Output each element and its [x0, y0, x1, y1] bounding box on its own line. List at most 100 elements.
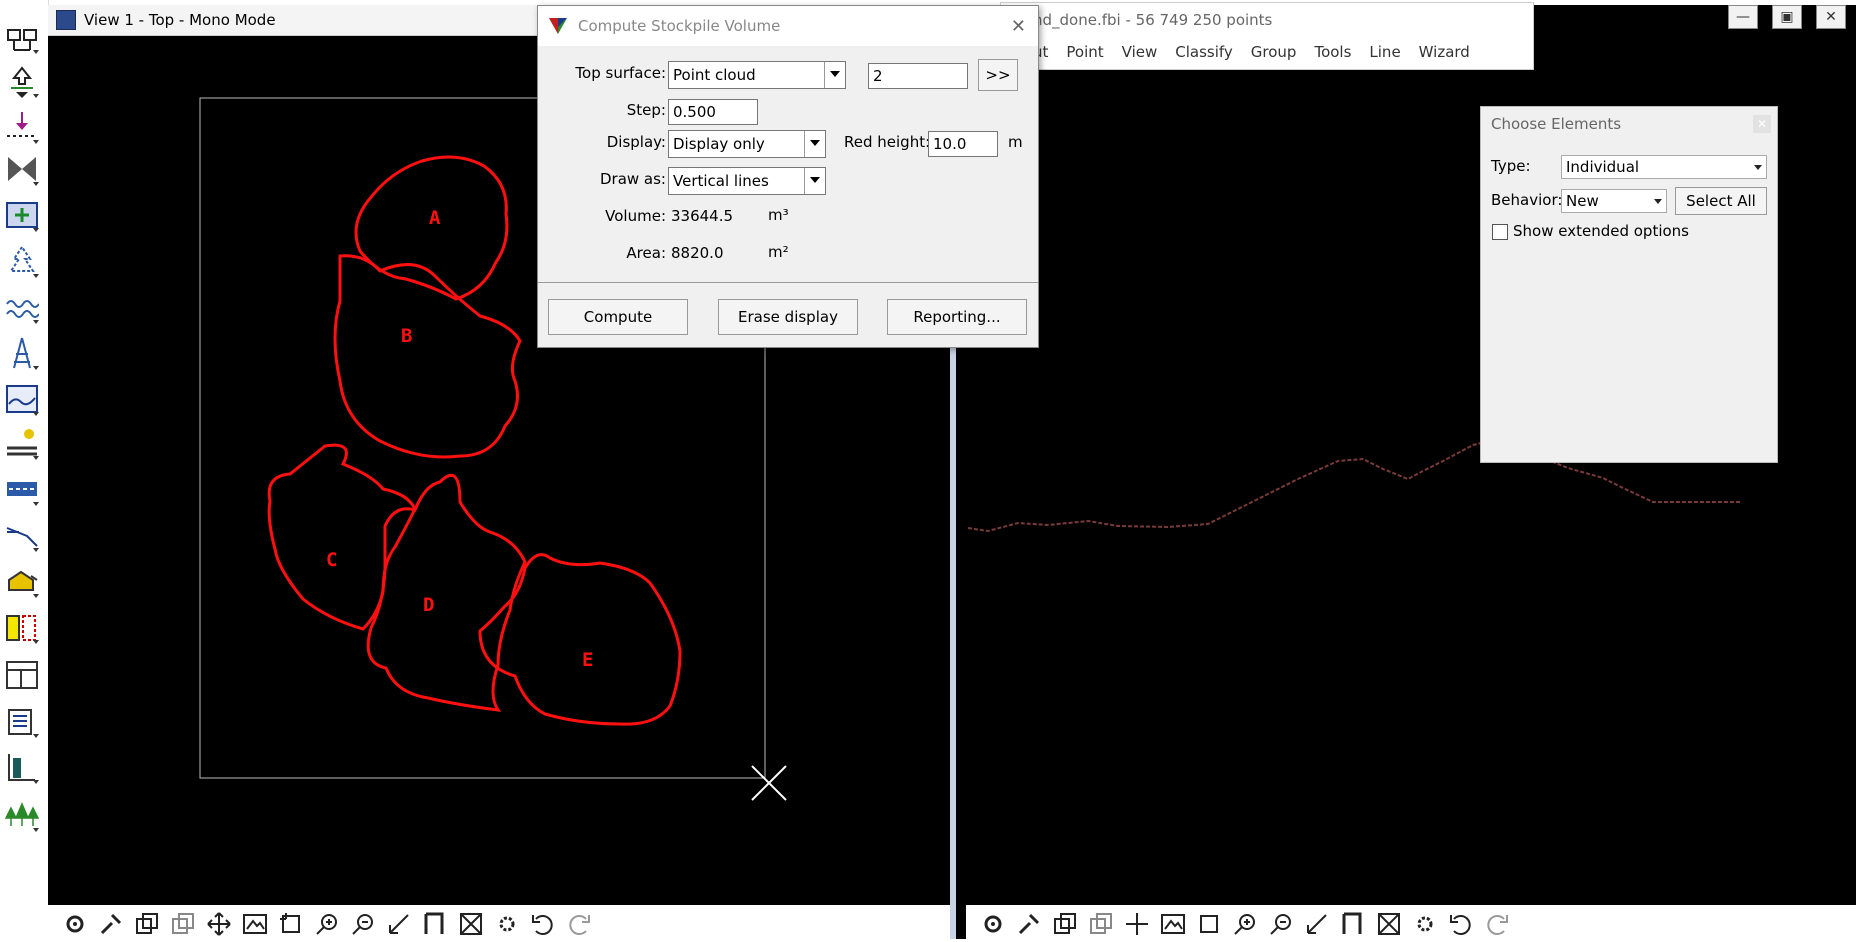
menu-item-wizard[interactable]: Wizard: [1419, 43, 1480, 61]
class-input-value: 2: [873, 67, 883, 85]
bar-chart-icon[interactable]: [3, 748, 41, 786]
zoom-out-icon[interactable]: [348, 909, 378, 939]
building-icon[interactable]: [3, 562, 41, 600]
pan-icon[interactable]: [1122, 909, 1152, 939]
choose-elements-title: Choose Elements: [1491, 115, 1622, 133]
close-icon[interactable]: ✕: [1816, 5, 1846, 29]
frame-icon[interactable]: [420, 909, 450, 939]
redo-icon[interactable]: [1482, 909, 1512, 939]
undo-icon[interactable]: [528, 909, 558, 939]
rotate-icon[interactable]: [1302, 909, 1332, 939]
area-unit: m²: [768, 243, 789, 261]
overlay-icon[interactable]: [168, 909, 198, 939]
behavior-select[interactable]: New: [1561, 189, 1667, 213]
choose-elements-panel: Choose Elements ✕ Type: Individual Behav…: [1480, 106, 1778, 463]
close-icon[interactable]: ✕: [1753, 115, 1771, 133]
menu-item-point[interactable]: Point: [1066, 43, 1113, 61]
red-height-input[interactable]: 10.0: [928, 131, 998, 157]
menu-item-tools[interactable]: Tools: [1314, 43, 1361, 61]
zoom-in-icon[interactable]: [312, 909, 342, 939]
undo-icon[interactable]: [1446, 909, 1476, 939]
rotate-icon[interactable]: [384, 909, 414, 939]
place-boundary-icon[interactable]: [3, 18, 41, 56]
select-all-button[interactable]: Select All: [1675, 187, 1767, 215]
reporting-button[interactable]: Reporting...: [887, 299, 1027, 335]
chevron-down-icon[interactable]: [824, 62, 845, 88]
zoom-in-icon[interactable]: [1230, 909, 1260, 939]
window-zoom-icon[interactable]: [1194, 909, 1224, 939]
overlay-icon[interactable]: [1086, 909, 1116, 939]
class-input[interactable]: 2: [868, 63, 968, 89]
erase-display-button[interactable]: Erase display: [718, 299, 858, 335]
menu-item-classify[interactable]: Classify: [1175, 43, 1243, 61]
display-settings-icon[interactable]: [492, 909, 522, 939]
stockpile-label-d: D: [423, 594, 434, 616]
trees-icon[interactable]: [3, 796, 41, 834]
show-extended-checkbox[interactable]: [1492, 224, 1508, 240]
minimize-icon[interactable]: —: [1728, 5, 1758, 29]
drape-point-icon[interactable]: [3, 108, 41, 146]
close-icon[interactable]: ✕: [1011, 16, 1026, 37]
window-zoom-icon[interactable]: [276, 909, 306, 939]
menu-item-line[interactable]: Line: [1369, 43, 1410, 61]
more-classes-button[interactable]: >>: [978, 59, 1018, 91]
window-controls: — ▣ ✕: [1728, 5, 1846, 35]
layout-icon[interactable]: [3, 656, 41, 694]
redo-icon[interactable]: [564, 909, 594, 939]
dialog-separator: [538, 282, 1038, 283]
pan-icon[interactable]: [204, 909, 234, 939]
menu-item-view[interactable]: View: [1122, 43, 1168, 61]
zoom-out-icon[interactable]: [1266, 909, 1296, 939]
move-element-icon[interactable]: [3, 62, 41, 100]
report-icon[interactable]: [3, 702, 41, 740]
display-label: Display:: [606, 133, 666, 151]
copy-view-icon[interactable]: [1050, 909, 1080, 939]
stockpile-outline-c[interactable]: [267, 443, 417, 631]
stockpile-outline-e[interactable]: [478, 553, 682, 726]
fit-extent-icon[interactable]: [456, 909, 486, 939]
show-extended-label: Show extended options: [1513, 222, 1689, 240]
break-line-icon[interactable]: [3, 288, 41, 326]
fit-view-icon[interactable]: [1158, 909, 1188, 939]
brush-icon[interactable]: [96, 909, 126, 939]
volume-unit: m³: [768, 206, 789, 224]
fit-extent-icon[interactable]: [1374, 909, 1404, 939]
road-marking-icon[interactable]: [3, 470, 41, 508]
chevron-down-icon[interactable]: [804, 131, 825, 157]
stockpile-app-icon: [549, 18, 567, 34]
red-height-unit: m: [1008, 133, 1023, 151]
stockpile-outline-d[interactable]: [366, 473, 527, 712]
vectorize-tree-icon[interactable]: [3, 242, 41, 280]
draw-as-select[interactable]: Vertical lines: [668, 167, 826, 195]
view2-bottom-toolbar: [966, 905, 1856, 942]
chevron-down-icon[interactable]: [804, 168, 825, 194]
chevron-down-icon: [1754, 165, 1762, 170]
settings-icon[interactable]: [978, 909, 1008, 939]
compute-button[interactable]: Compute: [548, 299, 688, 335]
red-height-label: Red height:: [844, 133, 931, 151]
type-select[interactable]: Individual: [1561, 155, 1767, 179]
brush-icon[interactable]: [1014, 909, 1044, 939]
select-area-icon[interactable]: [3, 196, 41, 234]
maximize-icon[interactable]: ▣: [1772, 5, 1802, 29]
tower-icon[interactable]: [3, 334, 41, 372]
light-pole-icon[interactable]: [3, 424, 41, 462]
display-select[interactable]: Display only: [668, 130, 826, 158]
display-settings-icon[interactable]: [1410, 909, 1440, 939]
fit-view-icon[interactable]: [240, 909, 270, 939]
menu-item-group[interactable]: Group: [1251, 43, 1307, 61]
step-input[interactable]: 0.500: [668, 99, 758, 125]
column-icon[interactable]: [3, 608, 41, 646]
copy-view-icon[interactable]: [132, 909, 162, 939]
stockpile-label-e: E: [582, 649, 593, 671]
cut-section-icon[interactable]: [3, 150, 41, 188]
top-surface-select[interactable]: Point cloud: [668, 61, 846, 89]
area-value: 8820.0: [671, 244, 724, 262]
frame-icon[interactable]: [1338, 909, 1368, 939]
slope-line-icon[interactable]: [3, 516, 41, 554]
cursor-cross-icon: [751, 765, 787, 801]
top-surface-label: Top surface:: [575, 64, 666, 82]
profile-view-icon[interactable]: [3, 380, 41, 418]
settings-icon[interactable]: [60, 909, 90, 939]
type-select-value: Individual: [1566, 158, 1640, 176]
